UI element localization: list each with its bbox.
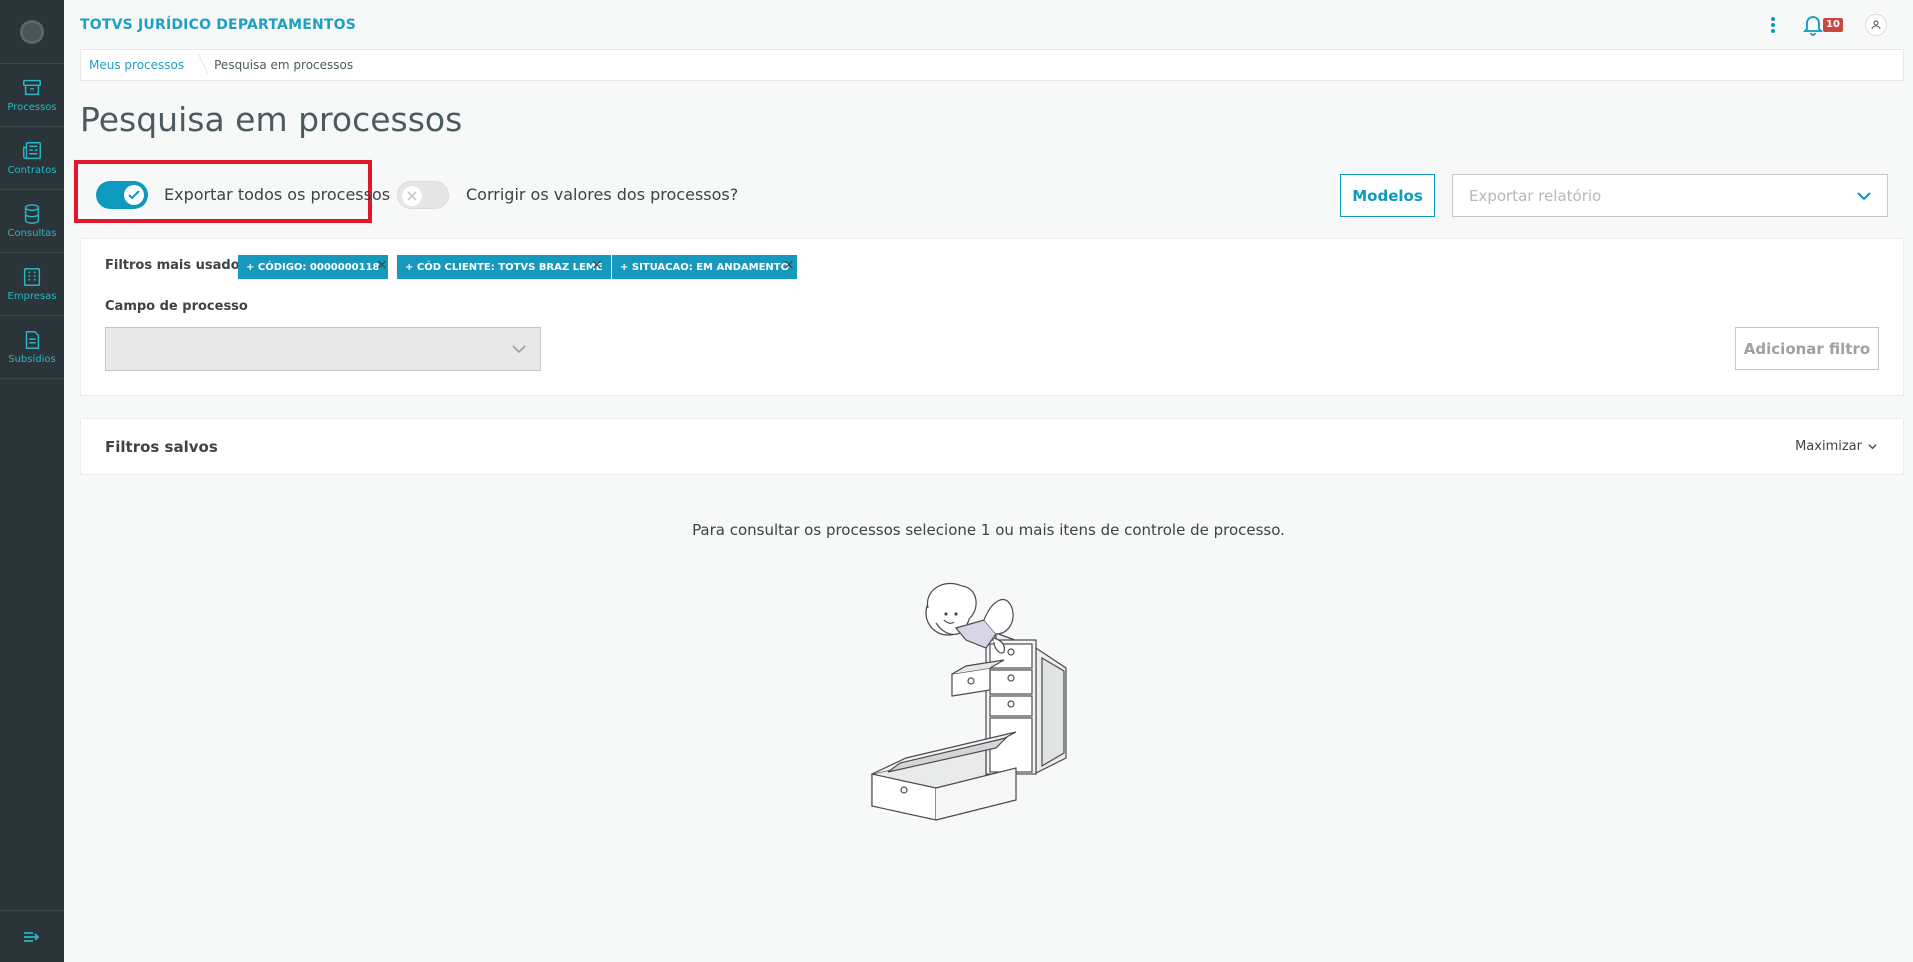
- breadcrumb-separator: [194, 50, 204, 80]
- empty-state-text: Para consultar os processos selecione 1 …: [692, 521, 1285, 539]
- filters-card: Filtros mais usados + CÓDIGO: 0000000118…: [80, 238, 1904, 396]
- filter-chip-codigo[interactable]: + CÓDIGO: 0000000118: [238, 255, 388, 279]
- expand-menu-icon: [24, 931, 40, 942]
- chevron-down-icon: [1857, 192, 1871, 201]
- empty-state-message: Para consultar os processos selecione 1 …: [0, 521, 1913, 539]
- maximize-label: Maximizar: [1795, 439, 1862, 454]
- breadcrumb-link-meus-processos[interactable]: Meus processos: [89, 58, 184, 72]
- remove-chip-situacao[interactable]: ×: [783, 257, 795, 273]
- expand-menu-button[interactable]: [0, 910, 64, 962]
- sidebar-item-label: Subsídios: [8, 354, 56, 365]
- sidebar-item-label: Consultas: [7, 228, 57, 239]
- sidebar-item-consultas[interactable]: Consultas: [0, 190, 64, 253]
- sidebar-item-subsidios[interactable]: Subsídios: [0, 316, 64, 379]
- remove-chip-cod-cliente[interactable]: ×: [591, 257, 603, 273]
- campo-processo-label: Campo de processo: [105, 299, 248, 314]
- maximize-button[interactable]: Maximizar: [1795, 439, 1877, 454]
- campo-processo-select[interactable]: [105, 327, 541, 371]
- user-icon: [1871, 20, 1881, 30]
- notifications-button[interactable]: 10: [1803, 14, 1843, 36]
- more-options-icon[interactable]: [1769, 14, 1777, 36]
- export-report-placeholder: Exportar relatório: [1469, 186, 1602, 205]
- saved-filters-card: Filtros salvos Maximizar: [80, 418, 1904, 475]
- top-header: TOTVS JURÍDICO DEPARTAMENTOS 10: [64, 0, 1913, 50]
- newspaper-icon: [23, 142, 41, 160]
- most-used-filters-label: Filtros mais usados: [105, 258, 248, 273]
- app-title: TOTVS JURÍDICO DEPARTAMENTOS: [80, 17, 357, 33]
- sidebar-item-label: Contratos: [7, 165, 57, 176]
- export-all-toggle[interactable]: [96, 181, 148, 209]
- bell-icon: [1803, 16, 1823, 36]
- database-icon: [24, 204, 40, 224]
- document-icon: [25, 331, 40, 349]
- sidebar-item-label: Processos: [7, 102, 57, 113]
- correct-values-label: Corrigir os valores dos processos?: [466, 185, 739, 204]
- notification-badge: 10: [1823, 18, 1843, 32]
- sidebar-item-label: Empresas: [7, 291, 57, 302]
- filter-chip-situacao[interactable]: + SITUACAO: EM ANDAMENTO: [612, 255, 798, 279]
- logo: [0, 0, 64, 64]
- x-icon: [407, 191, 417, 201]
- user-avatar[interactable]: [1865, 14, 1887, 36]
- archive-box-icon: [23, 79, 41, 96]
- page-title: Pesquisa em processos: [80, 100, 463, 139]
- totvs-logo-icon: [20, 19, 44, 44]
- sidebar-item-empresas[interactable]: Empresas: [0, 253, 64, 316]
- building-icon: [23, 268, 41, 286]
- sidebar-item-contratos[interactable]: Contratos: [0, 127, 64, 190]
- export-all-label: Exportar todos os processos: [164, 185, 391, 204]
- saved-filters-title: Filtros salvos: [105, 438, 218, 456]
- modelos-button[interactable]: Modelos: [1340, 174, 1435, 217]
- chevron-down-icon: [512, 345, 526, 354]
- check-icon: [128, 190, 140, 200]
- sidebar: Processos Contratos Consultas Empresas S…: [0, 0, 64, 962]
- correct-values-toggle[interactable]: [397, 181, 449, 209]
- add-filter-button[interactable]: Adicionar filtro: [1735, 327, 1879, 370]
- filter-chip-cod-cliente[interactable]: + CÓD CLIENTE: TOTVS BRAZ LEME: [397, 255, 611, 279]
- breadcrumb-current: Pesquisa em processos: [214, 58, 354, 72]
- export-report-select[interactable]: Exportar relatório: [1452, 174, 1888, 217]
- remove-chip-codigo[interactable]: ×: [376, 257, 388, 273]
- breadcrumb: Meus processos Pesquisa em processos: [80, 49, 1904, 81]
- sidebar-item-processos[interactable]: Processos: [0, 64, 64, 127]
- chevron-down-icon: [1868, 444, 1877, 450]
- filing-cabinet-illustration: [871, 582, 1067, 821]
